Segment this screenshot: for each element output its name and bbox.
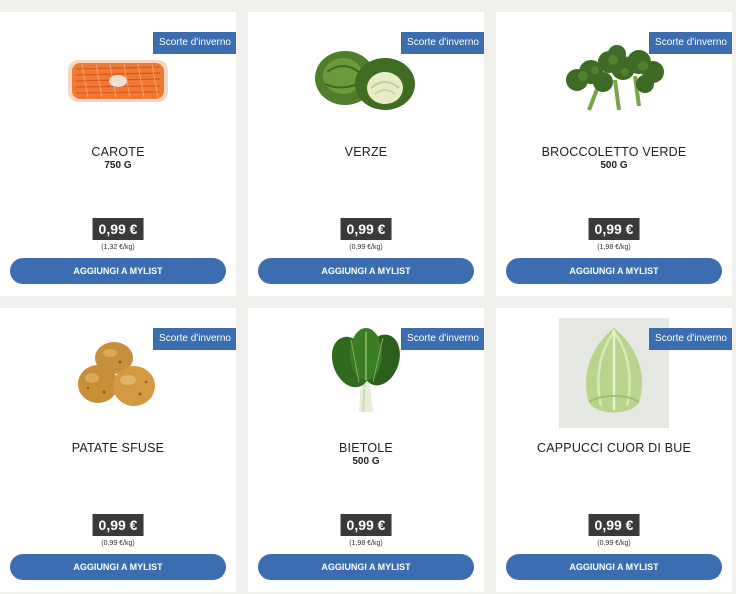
product-grid: Scorte d'inverno CAROTE 750 G 0,99 € (1,… (0, 0, 736, 594)
savoy-cabbage-image (315, 51, 415, 110)
product-name: VERZE (344, 145, 388, 159)
product-price: 0,99 € (92, 218, 144, 240)
product-card[interactable]: Scorte d'inverno CAPPUCCI CUOR DI BUE 0,… (496, 308, 732, 592)
unit-price: (1,32 €/kg) (101, 244, 135, 251)
add-to-mylist-button[interactable]: AGGIUNGI A MYLIST (258, 258, 474, 284)
unit-price: (0,99 €/kg) (101, 540, 135, 547)
add-to-mylist-button[interactable]: AGGIUNGI A MYLIST (258, 554, 474, 580)
carrots-image (68, 60, 168, 102)
product-name: PATATE SFUSE (71, 441, 165, 455)
product-price: 0,99 € (588, 218, 640, 240)
add-to-mylist-button[interactable]: AGGIUNGI A MYLIST (10, 258, 226, 284)
product-price: 0,99 € (92, 514, 144, 536)
product-name: CAROTE (91, 145, 145, 159)
chard-image (331, 328, 400, 413)
unit-price: (1,98 €/kg) (597, 244, 631, 251)
product-weight: 750 G (104, 160, 132, 171)
potatoes-image (78, 342, 155, 406)
product-name: BIETOLE (339, 441, 393, 455)
product-price: 0,99 € (340, 218, 392, 240)
product-name: CAPPUCCI CUOR DI BUE (536, 441, 692, 455)
unit-price: (0,99 €/kg) (597, 540, 631, 547)
add-to-mylist-button[interactable]: AGGIUNGI A MYLIST (506, 554, 722, 580)
product-card[interactable]: Scorte d'inverno PATATE SFUSE 0,99 € (0,… (0, 308, 236, 592)
broccoli-image (566, 45, 664, 111)
unit-price: (0,99 €/kg) (349, 244, 383, 251)
product-name: BROCCOLETTO VERDE (541, 145, 687, 159)
product-card[interactable]: Scorte d'inverno BIETOLE 500 G 0,99 € (1… (248, 308, 484, 592)
add-to-mylist-button[interactable]: AGGIUNGI A MYLIST (10, 554, 226, 580)
product-card[interactable]: Scorte d'inverno VERZE 0,99 € (0,99 €/kg… (248, 12, 484, 296)
promo-badge: Scorte d'inverno (153, 328, 236, 350)
promo-badge: Scorte d'inverno (401, 328, 484, 350)
promo-badge: Scorte d'inverno (649, 328, 732, 350)
product-price: 0,99 € (588, 514, 640, 536)
product-weight: 500 G (352, 456, 380, 467)
product-card[interactable]: Scorte d'inverno CAROTE 750 G 0,99 € (1,… (0, 12, 236, 296)
add-to-mylist-button[interactable]: AGGIUNGI A MYLIST (506, 258, 722, 284)
product-price: 0,99 € (340, 514, 392, 536)
unit-price: (1,98 €/kg) (349, 540, 383, 547)
product-weight: 500 G (600, 160, 628, 171)
product-card[interactable]: Scorte d'inverno BROCCOLETTO VERDE 500 G… (496, 12, 732, 296)
